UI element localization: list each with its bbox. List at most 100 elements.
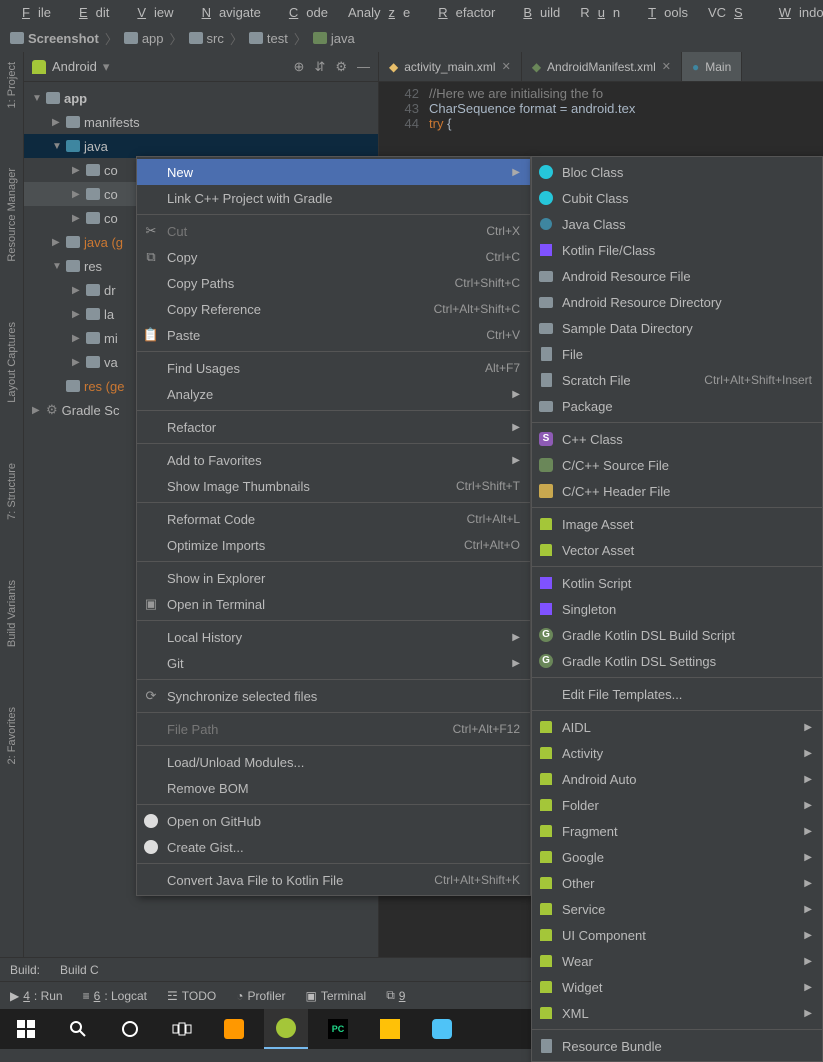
- ctx-item-10[interactable]: Analyze▶: [137, 381, 530, 407]
- ctx-item-23[interactable]: Local History▶: [137, 624, 530, 650]
- tool-terminal[interactable]: ▣ Terminal: [306, 989, 367, 1003]
- menu-refactor[interactable]: Refactor: [422, 3, 503, 22]
- new-item-5[interactable]: Android Resource Directory: [532, 289, 822, 315]
- close-icon[interactable]: ✕: [662, 60, 671, 73]
- new-item-18[interactable]: Kotlin Script: [532, 570, 822, 596]
- new-item-9[interactable]: Package: [532, 393, 822, 419]
- new-item-29[interactable]: Fragment▶: [532, 818, 822, 844]
- new-item-34[interactable]: Wear▶: [532, 948, 822, 974]
- new-item-15[interactable]: Image Asset: [532, 511, 822, 537]
- ctx-item-20[interactable]: Show in Explorer: [137, 565, 530, 591]
- tab-activity-main[interactable]: ◆activity_main.xml✕: [379, 52, 522, 81]
- taskbar-android-studio[interactable]: [264, 1009, 308, 1049]
- ctx-item-28[interactable]: File PathCtrl+Alt+F12: [137, 716, 530, 742]
- bc-screenshot[interactable]: Screenshot: [10, 31, 99, 46]
- bc-src[interactable]: src: [189, 31, 224, 46]
- panel-title[interactable]: Android: [52, 59, 97, 74]
- build-sync-tab[interactable]: Build C: [60, 963, 99, 977]
- tool-todo[interactable]: ☲ TODO: [167, 989, 216, 1003]
- ctx-item-0[interactable]: New▶: [137, 159, 530, 185]
- bc-test[interactable]: test: [249, 31, 288, 46]
- code-editor[interactable]: 42//Here we are initialising the fo 43Ch…: [379, 82, 823, 135]
- ctx-item-24[interactable]: Git▶: [137, 650, 530, 676]
- bc-app[interactable]: app: [124, 31, 164, 46]
- new-item-3[interactable]: Kotlin File/Class: [532, 237, 822, 263]
- ctx-item-30[interactable]: Load/Unload Modules...: [137, 749, 530, 775]
- tool-logcat[interactable]: ≡ 6: Logcat: [83, 989, 147, 1003]
- tree-app[interactable]: ▼app: [24, 86, 378, 110]
- close-icon[interactable]: ✕: [502, 60, 511, 73]
- new-item-38[interactable]: Resource Bundle: [532, 1033, 822, 1059]
- ctx-item-4[interactable]: ⧉CopyCtrl+C: [137, 244, 530, 270]
- tree-java[interactable]: ▼java: [24, 134, 378, 158]
- ctx-item-7[interactable]: 📋PasteCtrl+V: [137, 322, 530, 348]
- ctx-item-3[interactable]: ✂CutCtrl+X: [137, 218, 530, 244]
- new-item-28[interactable]: Folder▶: [532, 792, 822, 818]
- menu-edit[interactable]: Edit: [63, 3, 117, 22]
- ctx-item-36[interactable]: Convert Java File to Kotlin FileCtrl+Alt…: [137, 867, 530, 893]
- ctx-item-1[interactable]: Link C++ Project with Gradle: [137, 185, 530, 211]
- menu-tools[interactable]: Tools: [632, 3, 696, 22]
- tab-main[interactable]: ●Main: [682, 52, 742, 81]
- rail-resource-manager[interactable]: Resource Manager: [6, 168, 18, 262]
- tree-manifests[interactable]: ▶manifests: [24, 110, 378, 134]
- ctx-item-26[interactable]: ⟳Synchronize selected files: [137, 683, 530, 709]
- menu-navigate[interactable]: Navigate: [186, 3, 269, 22]
- ctx-item-12[interactable]: Refactor▶: [137, 414, 530, 440]
- sort-icon[interactable]: ⇵: [314, 59, 325, 75]
- target-icon[interactable]: ⊕: [294, 59, 305, 75]
- ctx-item-15[interactable]: Show Image ThumbnailsCtrl+Shift+T: [137, 473, 530, 499]
- new-item-16[interactable]: Vector Asset: [532, 537, 822, 563]
- start-button[interactable]: [4, 1009, 48, 1049]
- taskbar-pycharm[interactable]: PC: [316, 1009, 360, 1049]
- rail-project[interactable]: 1: Project: [6, 62, 18, 108]
- ctx-item-31[interactable]: Remove BOM: [137, 775, 530, 801]
- menu-code[interactable]: Code: [273, 3, 336, 22]
- new-item-27[interactable]: Android Auto▶: [532, 766, 822, 792]
- menu-window[interactable]: Window: [763, 3, 823, 22]
- menu-vcs[interactable]: VCS: [700, 3, 759, 22]
- new-item-1[interactable]: Cubit Class: [532, 185, 822, 211]
- menu-build[interactable]: Build: [507, 3, 568, 22]
- chevron-down-icon[interactable]: ▾: [103, 59, 110, 75]
- ctx-item-14[interactable]: Add to Favorites▶: [137, 447, 530, 473]
- rail-layout-captures[interactable]: Layout Captures: [6, 322, 18, 403]
- tool-run[interactable]: ▶ 4: Run: [10, 989, 63, 1003]
- menu-file[interactable]: File: [6, 3, 59, 22]
- rail-build-variants[interactable]: Build Variants: [6, 580, 18, 647]
- search-button[interactable]: [56, 1009, 100, 1049]
- new-item-20[interactable]: GGradle Kotlin DSL Build Script: [532, 622, 822, 648]
- new-item-35[interactable]: Widget▶: [532, 974, 822, 1000]
- tool-profiler[interactable]: ◔ Profiler: [236, 989, 285, 1003]
- menu-view[interactable]: View: [121, 3, 181, 22]
- ctx-item-17[interactable]: Reformat CodeCtrl+Alt+L: [137, 506, 530, 532]
- minimize-icon[interactable]: —: [357, 59, 370, 75]
- taskbar-app1[interactable]: [368, 1009, 412, 1049]
- new-item-13[interactable]: C/C++ Header File: [532, 478, 822, 504]
- new-item-0[interactable]: Bloc Class: [532, 159, 822, 185]
- ctx-item-34[interactable]: Create Gist...: [137, 834, 530, 860]
- new-item-7[interactable]: File: [532, 341, 822, 367]
- ctx-item-33[interactable]: Open on GitHub: [137, 808, 530, 834]
- ctx-item-18[interactable]: Optimize ImportsCtrl+Alt+O: [137, 532, 530, 558]
- menu-run[interactable]: Run: [572, 3, 628, 22]
- ctx-item-9[interactable]: Find UsagesAlt+F7: [137, 355, 530, 381]
- new-item-12[interactable]: C/C++ Source File: [532, 452, 822, 478]
- new-item-11[interactable]: SC++ Class: [532, 426, 822, 452]
- new-item-6[interactable]: Sample Data Directory: [532, 315, 822, 341]
- new-item-36[interactable]: XML▶: [532, 1000, 822, 1026]
- gear-icon[interactable]: ⚙: [335, 59, 347, 75]
- new-item-30[interactable]: Google▶: [532, 844, 822, 870]
- rail-structure[interactable]: 7: Structure: [6, 463, 18, 520]
- new-item-21[interactable]: GGradle Kotlin DSL Settings: [532, 648, 822, 674]
- new-item-8[interactable]: Scratch FileCtrl+Alt+Shift+Insert: [532, 367, 822, 393]
- ctx-item-5[interactable]: Copy PathsCtrl+Shift+C: [137, 270, 530, 296]
- cortana-button[interactable]: [108, 1009, 152, 1049]
- new-item-32[interactable]: Service▶: [532, 896, 822, 922]
- new-item-23[interactable]: Edit File Templates...: [532, 681, 822, 707]
- new-item-26[interactable]: Activity▶: [532, 740, 822, 766]
- new-item-31[interactable]: Other▶: [532, 870, 822, 896]
- ctx-item-21[interactable]: ▣Open in Terminal: [137, 591, 530, 617]
- new-item-33[interactable]: UI Component▶: [532, 922, 822, 948]
- ctx-item-6[interactable]: Copy ReferenceCtrl+Alt+Shift+C: [137, 296, 530, 322]
